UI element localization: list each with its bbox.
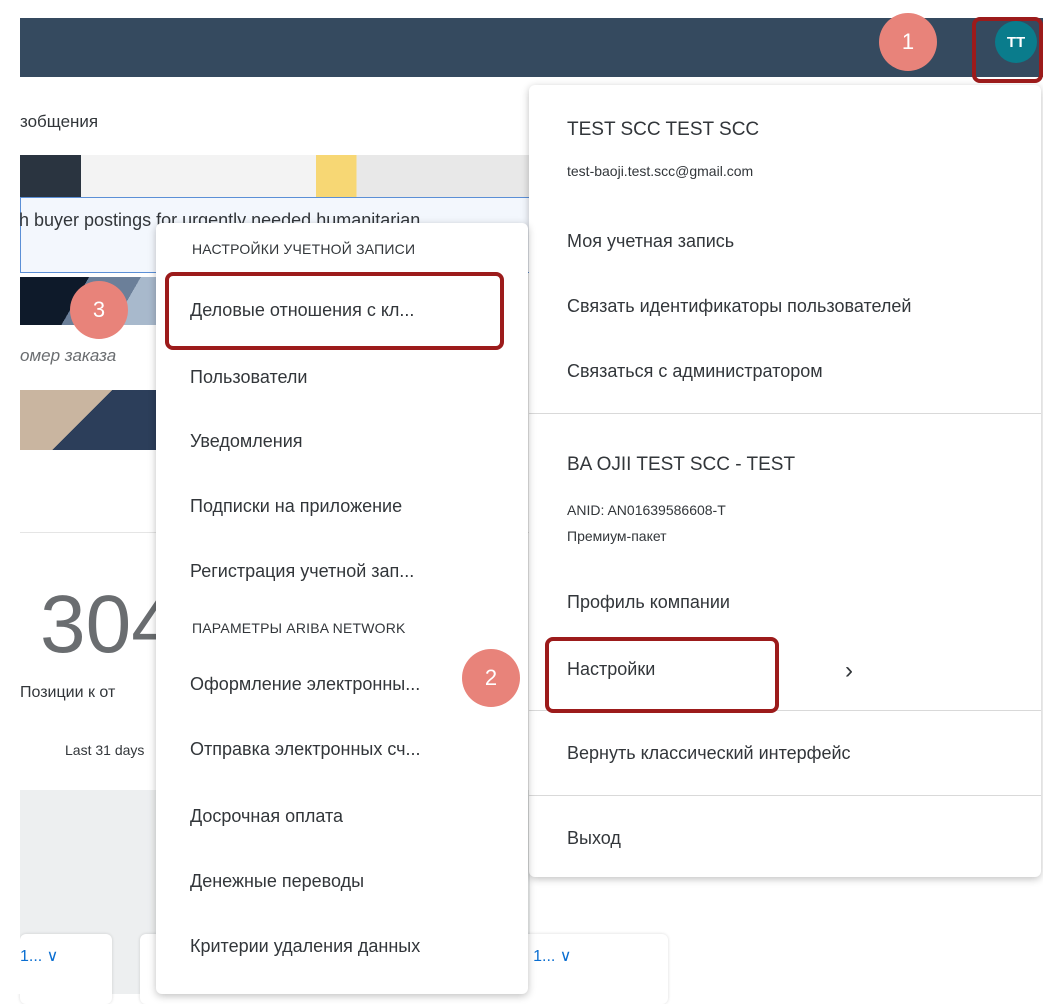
user-email: test-baoji.test.scc@gmail.com (567, 163, 754, 179)
menu-item-company-profile[interactable]: Профиль компании (567, 592, 730, 613)
menu-item-early-payment[interactable]: Досрочная оплата (190, 806, 343, 827)
menu-item-my-account[interactable]: Моя учетная запись (567, 231, 734, 252)
section-header-ariba-network: ПАРАМЕТРЫ ARIBA NETWORK (192, 620, 406, 636)
messages-label[interactable]: зобщения (20, 112, 98, 132)
banner-image (20, 155, 530, 197)
step-badge-2: 2 (462, 649, 520, 707)
highlight-box-step-1 (972, 17, 1043, 83)
user-account-menu: TEST SCC TEST SCC test-baoji.test.scc@gm… (529, 85, 1041, 877)
user-name: TEST SCC TEST SCC (567, 119, 760, 140)
menu-item-electronic-invoice-routing[interactable]: Отправка электронных сч... (190, 739, 421, 760)
chevron-right-icon: › (845, 657, 853, 684)
menu-item-logout[interactable]: Выход (567, 828, 621, 849)
menu-item-notifications[interactable]: Уведомления (190, 431, 303, 452)
menu-item-classic-ui[interactable]: Вернуть классический интерфейс (567, 743, 851, 764)
highlight-box-step-3 (165, 272, 504, 350)
menu-item-data-deletion-criteria[interactable]: Критерии удаления данных (190, 936, 420, 957)
menu-item-electronic-order-routing[interactable]: Оформление электронны... (190, 674, 420, 695)
menu-item-account-registration[interactable]: Регистрация учетной зап... (190, 561, 414, 582)
section-header-account-settings: НАСТРОЙКИ УЧЕТНОЙ ЗАПИСИ (192, 241, 416, 257)
menu-item-users[interactable]: Пользователи (190, 367, 307, 388)
tile-card-label: 1... ∨ (20, 948, 59, 965)
menu-item-remittances[interactable]: Денежные переводы (190, 871, 364, 892)
period-label: Last 31 days (65, 742, 145, 758)
left-margin (0, 0, 20, 994)
highlight-box-step-2 (545, 637, 779, 713)
step-badge-3: 3 (70, 281, 128, 339)
menu-separator (529, 795, 1041, 796)
order-number-label: омер заказа (20, 346, 117, 365)
positions-label: Позиции к от (20, 684, 116, 701)
thumbnail-image (20, 390, 165, 450)
company-package: Премиум-пакет (567, 528, 667, 544)
menu-item-app-subscriptions[interactable]: Подписки на приложение (190, 496, 402, 517)
menu-item-contact-admin[interactable]: Связаться с администратором (567, 361, 823, 382)
menu-item-link-user-ids[interactable]: Связать идентификаторы пользователей (567, 296, 911, 317)
step-badge-1: 1 (879, 13, 937, 71)
company-name: BA OJII TEST SCC - TEST (567, 454, 796, 475)
company-anid: ANID: AN01639586608-T (567, 502, 726, 518)
menu-separator (529, 413, 1041, 414)
